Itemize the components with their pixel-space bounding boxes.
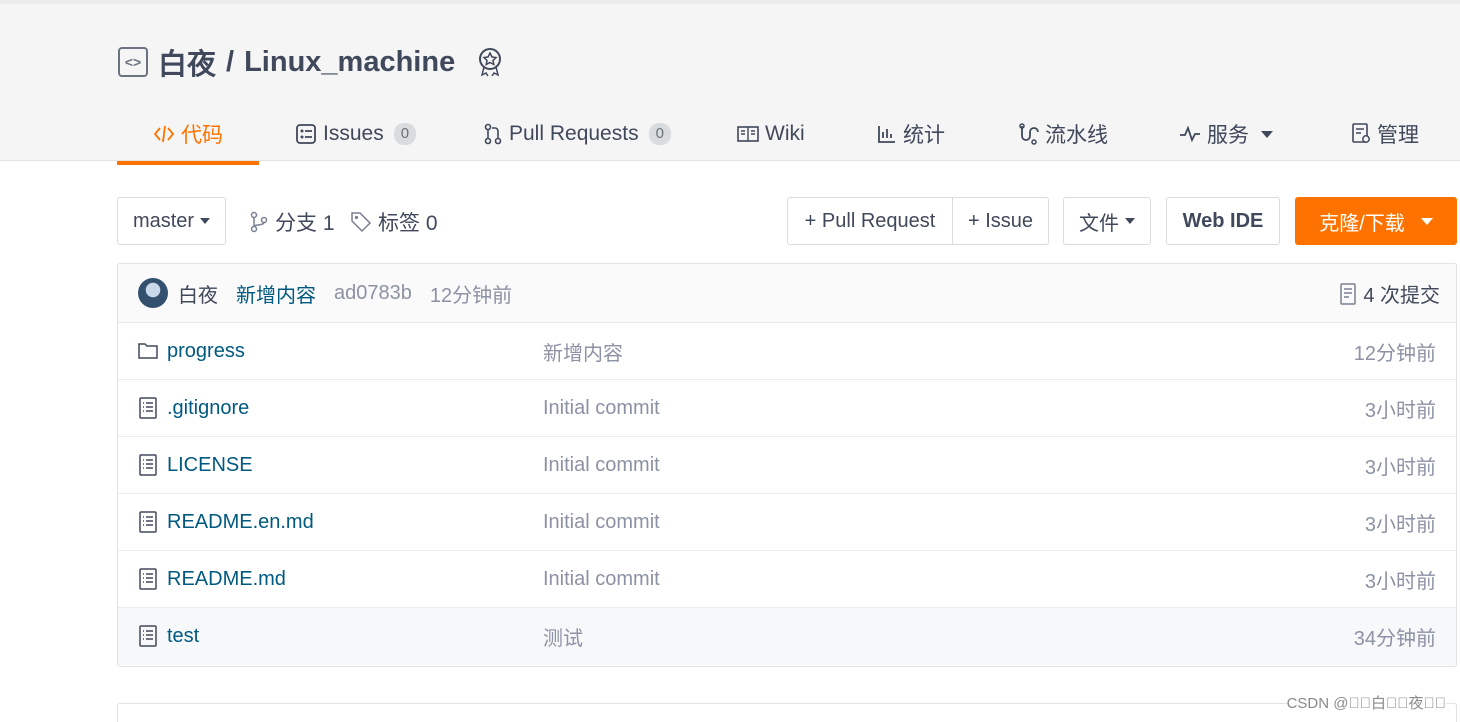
tab-stats[interactable]: 统计 <box>877 104 945 164</box>
file-commit-message[interactable]: Initial commit <box>543 494 660 551</box>
file-list: 白夜 新增内容 ad0783b 12分钟前 4 次提交 progress 新增内… <box>117 263 1457 667</box>
commit-author-link[interactable]: 白夜 <box>178 279 218 308</box>
tab-stats-label: 统计 <box>903 124 945 147</box>
commits-icon <box>1340 282 1357 305</box>
repo-title: <> 白夜 / Linux_machine <box>118 42 505 82</box>
file-commit-time: 3小时前 <box>1364 457 1436 479</box>
commit-hash-link[interactable]: ad0783b <box>334 282 412 305</box>
tag-icon <box>351 212 372 233</box>
tab-manage[interactable]: 管理 <box>1351 104 1419 164</box>
file-commit-time: 12分钟前 <box>1353 343 1436 365</box>
file-name-link[interactable]: README.md <box>167 551 286 608</box>
web-ide-label: Web IDE <box>1182 209 1264 232</box>
file-icon <box>139 397 157 419</box>
file-commit-message[interactable]: Initial commit <box>543 437 660 494</box>
tab-services[interactable]: 服务 <box>1179 104 1273 164</box>
tab-issues-label: Issues <box>323 122 384 145</box>
table-row[interactable]: test 测试 34分钟前 <box>118 608 1456 665</box>
tab-pipeline-label: 流水线 <box>1045 124 1108 147</box>
file-name-link[interactable]: .gitignore <box>167 380 249 437</box>
new-issue-label: + Issue <box>967 209 1034 232</box>
branch-icon <box>250 211 268 233</box>
tab-wiki[interactable]: Wiki <box>737 104 805 164</box>
award-badge-icon[interactable] <box>475 47 505 77</box>
commit-message-link[interactable]: 新增内容 <box>236 279 316 308</box>
latest-commit-bar: 白夜 新增内容 ad0783b 12分钟前 4 次提交 <box>118 264 1456 323</box>
file-commit-message[interactable]: Initial commit <box>543 380 660 437</box>
tab-manage-label: 管理 <box>1377 124 1419 147</box>
branch-select[interactable]: master <box>117 197 226 245</box>
pipeline-icon <box>1017 123 1039 145</box>
commit-count-label: 4 次提交 <box>1363 285 1440 307</box>
tags-label: 标签 0 <box>378 212 438 235</box>
file-menu-label: 文件 <box>1079 212 1119 235</box>
file-commit-message[interactable]: 测试 <box>543 608 583 665</box>
file-commit-time: 34分钟前 <box>1353 628 1436 650</box>
tab-pull-requests-label: Pull Requests <box>509 122 639 145</box>
file-icon <box>139 511 157 533</box>
table-row[interactable]: progress 新增内容 12分钟前 <box>118 323 1456 380</box>
new-issue-button[interactable]: + Issue <box>952 197 1049 245</box>
file-commit-time: 3小时前 <box>1364 571 1436 593</box>
chevron-down-icon <box>200 218 211 224</box>
settings-doc-icon <box>1351 123 1371 145</box>
new-pull-request-label: + Pull Request <box>804 209 936 232</box>
repo-owner-link[interactable]: 白夜 <box>158 41 216 83</box>
clone-download-button[interactable]: 克隆/下载 <box>1295 197 1457 245</box>
file-icon <box>139 625 157 647</box>
code-icon <box>153 124 175 144</box>
issues-count-badge: 0 <box>393 123 417 145</box>
repo-header: <> 白夜 / Linux_machine 代码 Issues 0 Pull R… <box>0 0 1460 165</box>
commit-time: 12分钟前 <box>429 284 513 307</box>
table-row[interactable]: README.en.md Initial commit 3小时前 <box>118 494 1456 551</box>
tab-code-label: 代码 <box>181 124 223 147</box>
pulse-icon <box>1179 126 1201 142</box>
avatar[interactable] <box>138 278 168 308</box>
file-commit-time: 3小时前 <box>1364 400 1436 422</box>
web-ide-button[interactable]: Web IDE <box>1166 197 1280 245</box>
file-name-link[interactable]: LICENSE <box>167 437 253 494</box>
repo-code-icon: <> <box>118 47 148 77</box>
issues-icon <box>295 123 317 145</box>
tab-pull-requests[interactable]: Pull Requests 0 <box>483 104 671 164</box>
folder-icon <box>138 343 158 359</box>
file-name-link[interactable]: README.en.md <box>167 494 314 551</box>
table-row[interactable]: LICENSE Initial commit 3小时前 <box>118 437 1456 494</box>
file-name-link[interactable]: test <box>167 608 199 665</box>
new-pull-request-button[interactable]: + Pull Request <box>787 197 953 245</box>
chevron-down-icon <box>1420 217 1433 225</box>
tab-pipeline[interactable]: 流水线 <box>1017 104 1108 164</box>
pull-request-icon <box>483 123 503 145</box>
tab-code[interactable]: 代码 <box>117 104 259 165</box>
readme-panel <box>117 703 1457 722</box>
file-icon <box>139 568 157 590</box>
file-name-link[interactable]: progress <box>167 323 245 380</box>
chart-icon <box>877 124 897 144</box>
commit-count-link[interactable]: 4 次提交 <box>1339 264 1440 323</box>
repo-tabs: 代码 Issues 0 Pull Requests 0 Wiki 统计 流水线 … <box>117 104 1460 165</box>
file-commit-message[interactable]: Initial commit <box>543 551 660 608</box>
repo-separator: / <box>226 45 235 78</box>
file-commit-time: 3小时前 <box>1364 514 1436 536</box>
clone-download-label: 克隆/下载 <box>1319 212 1405 235</box>
tab-services-label: 服务 <box>1207 124 1249 147</box>
tags-link[interactable]: 标签 0 <box>350 205 438 239</box>
branches-label: 分支 1 <box>275 212 335 235</box>
file-menu-button[interactable]: 文件 <box>1063 197 1151 245</box>
table-row[interactable]: .gitignore Initial commit 3小时前 <box>118 380 1456 437</box>
pull-requests-count-badge: 0 <box>648 123 671 145</box>
tab-wiki-label: Wiki <box>765 122 805 145</box>
repo-name-link[interactable]: Linux_machine <box>244 46 455 79</box>
watermark: CSDN @  白  夜   <box>1286 692 1446 713</box>
branches-link[interactable]: 分支 1 <box>249 205 335 239</box>
tab-issues[interactable]: Issues 0 <box>295 104 417 164</box>
file-icon <box>139 454 157 476</box>
branch-select-label: master <box>132 209 195 232</box>
chevron-down-icon <box>1261 130 1273 138</box>
book-icon <box>737 125 759 143</box>
file-commit-message[interactable]: 新增内容 <box>543 323 623 380</box>
chevron-down-icon <box>1125 218 1135 224</box>
table-row[interactable]: README.md Initial commit 3小时前 <box>118 551 1456 608</box>
